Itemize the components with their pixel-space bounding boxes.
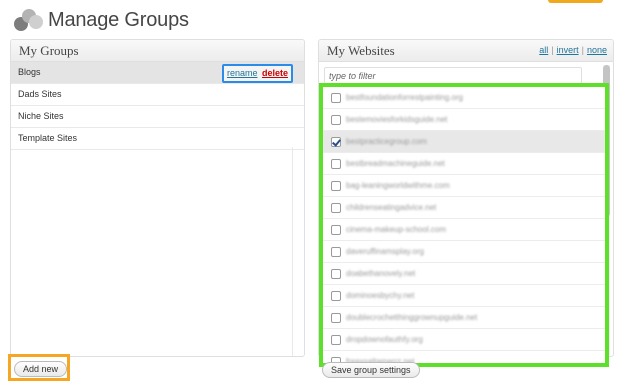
group-item-dads-sites[interactable]: Dads Sites bbox=[11, 84, 304, 106]
select-none-link[interactable]: none bbox=[587, 45, 607, 55]
site-row[interactable]: bestpracticegroup.com bbox=[323, 131, 605, 153]
site-name: doublecrochetthinggrownupguide.net bbox=[346, 313, 478, 322]
my-groups-panel: My Groups Blogs rename delete Dads Sites… bbox=[10, 39, 305, 357]
site-row[interactable]: dominoesbychy.net bbox=[323, 285, 605, 307]
site-checkbox[interactable] bbox=[331, 334, 341, 345]
save-group-settings-button[interactable]: Save group settings bbox=[322, 362, 420, 378]
site-name: bestemoviesforkidsguide.net bbox=[346, 115, 448, 124]
site-row[interactable]: daveruffinamsplay.org bbox=[323, 241, 605, 263]
site-row[interactable]: cinema-makeup-school.com bbox=[323, 219, 605, 241]
rename-link[interactable]: rename bbox=[227, 68, 258, 78]
site-name: bestbreadmachineguide.net bbox=[346, 159, 445, 168]
group-item-label: Blogs bbox=[18, 67, 41, 77]
groups-logo-icon bbox=[14, 7, 44, 33]
site-checkbox[interactable] bbox=[331, 158, 341, 169]
site-row[interactable]: doublecrochetthinggrownupguide.net bbox=[323, 307, 605, 329]
site-row[interactable]: bestfoundationforrestpainting.org bbox=[323, 87, 605, 109]
website-list: bestfoundationforrestpainting.org bestem… bbox=[319, 83, 609, 367]
select-all-link[interactable]: all bbox=[539, 45, 548, 55]
site-checkbox[interactable] bbox=[331, 180, 341, 191]
group-item-label: Template Sites bbox=[18, 133, 78, 143]
group-item-blogs[interactable]: Blogs rename delete bbox=[11, 62, 304, 84]
my-websites-title: My Websites bbox=[327, 43, 395, 58]
site-name: dominoesbychy.net bbox=[346, 291, 415, 300]
site-name: childrenseatingadvice.net bbox=[346, 203, 437, 212]
site-checkbox[interactable] bbox=[331, 114, 341, 125]
link-separator: | bbox=[551, 45, 554, 55]
site-checkbox[interactable] bbox=[331, 246, 341, 257]
site-checkbox[interactable] bbox=[331, 268, 341, 279]
site-name: cinema-makeup-school.com bbox=[346, 225, 447, 234]
group-list-empty-area bbox=[11, 147, 293, 356]
site-row[interactable]: bestemoviesforkidsguide.net bbox=[323, 109, 605, 131]
site-name: daveruffinamsplay.org bbox=[346, 247, 424, 256]
group-item-label: Dads Sites bbox=[18, 89, 62, 99]
top-accent-bar bbox=[548, 0, 603, 3]
add-new-button[interactable]: Add new bbox=[14, 361, 68, 377]
site-name: bag-leaningworldwithme.com bbox=[346, 181, 450, 190]
site-checkbox[interactable] bbox=[331, 224, 341, 235]
site-row[interactable]: dropdownofauthfy.org bbox=[323, 329, 605, 351]
site-checkbox-checked[interactable] bbox=[331, 136, 341, 147]
site-row[interactable]: bag-leaningworldwithme.com bbox=[323, 175, 605, 197]
filter-input[interactable] bbox=[324, 67, 582, 84]
group-item-niche-sites[interactable]: Niche Sites bbox=[11, 106, 304, 128]
page-header: Manage Groups bbox=[14, 6, 189, 34]
site-name: bestpracticegroup.com bbox=[346, 137, 427, 146]
delete-link[interactable]: delete bbox=[262, 68, 288, 78]
site-checkbox[interactable] bbox=[331, 202, 341, 213]
invert-selection-link[interactable]: invert bbox=[557, 45, 579, 55]
site-name: doabethanovely.net bbox=[346, 269, 416, 278]
site-name: dropdownofauthfy.org bbox=[346, 335, 423, 344]
page-title: Manage Groups bbox=[48, 8, 189, 31]
my-websites-header: My Websites all | invert | none bbox=[319, 40, 613, 62]
my-groups-title: My Groups bbox=[11, 40, 304, 62]
group-row-actions: rename delete bbox=[221, 64, 293, 83]
site-row[interactable]: childrenseatingadvice.net bbox=[323, 197, 605, 219]
site-row[interactable]: doabethanovely.net bbox=[323, 263, 605, 285]
site-checkbox[interactable] bbox=[331, 312, 341, 323]
link-separator: | bbox=[581, 45, 584, 55]
site-name: bestfoundationforrestpainting.org bbox=[346, 93, 463, 102]
site-row[interactable]: bestbreadmachineguide.net bbox=[323, 153, 605, 175]
site-checkbox[interactable] bbox=[331, 92, 341, 103]
selection-links: all | invert | none bbox=[539, 40, 607, 61]
group-item-label: Niche Sites bbox=[18, 111, 64, 121]
site-checkbox[interactable] bbox=[331, 290, 341, 301]
